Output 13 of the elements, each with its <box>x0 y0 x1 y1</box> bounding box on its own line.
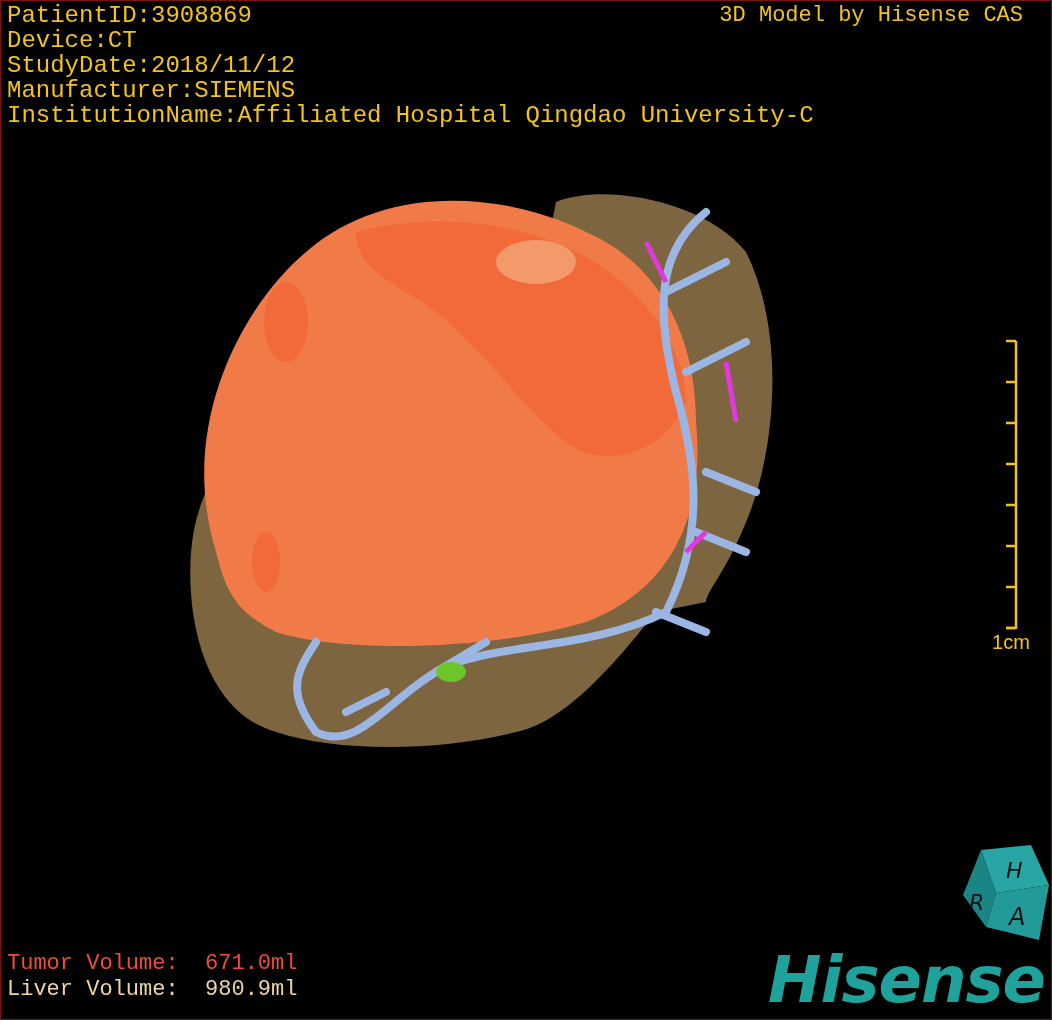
volume-reading: Tumor Volume: 671.0ml <box>7 951 298 977</box>
brand-logo: Hisense <box>767 945 1046 1015</box>
viewer-title: 3D Model by Hisense CAS <box>719 3 1023 28</box>
patient-info-line: StudyDate:2018/11/12 <box>7 53 296 78</box>
patient-info-line: Manufacturer:SIEMENS <box>7 78 296 103</box>
patient-info-line: Device:CT <box>7 28 137 53</box>
cube-face-label: R <box>969 890 985 915</box>
patient-info-line: InstitutionName:Affiliated Hospital Qingdao University-C <box>7 103 814 128</box>
cube-face-label: A <box>1009 903 1026 931</box>
scale-label: 1cm <box>992 631 1030 654</box>
volume-reading: Liver Volume: 980.9ml <box>7 977 298 1003</box>
cube-face-label: H <box>1006 858 1023 883</box>
patient-info-line: PatientID:3908869 <box>7 3 252 28</box>
